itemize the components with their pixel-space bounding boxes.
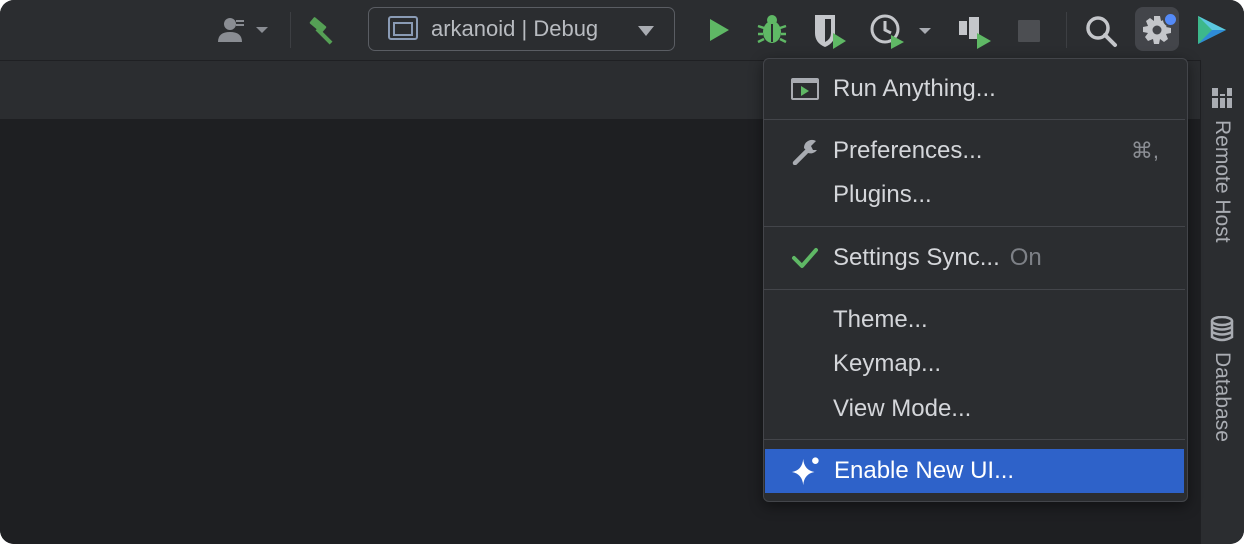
checkmark-icon xyxy=(792,248,818,268)
run-icon xyxy=(710,19,729,41)
enable-new-ui-label: Enable New UI... xyxy=(834,457,1015,484)
run-anything-icon xyxy=(791,78,819,100)
settings-sync-status: On xyxy=(1009,244,1042,271)
coverage-icon xyxy=(815,15,846,49)
preferences-label: Preferences... xyxy=(833,137,983,164)
menu-item-settings-sync[interactable]: Settings Sync... On xyxy=(764,236,1185,280)
main-toolbar: arkanoid | Debug xyxy=(0,0,1244,60)
chevron-down-icon xyxy=(638,26,654,36)
attach-debugger-icon xyxy=(959,17,991,49)
menu-item-run-anything[interactable]: Run Anything... xyxy=(764,67,1185,111)
database-icon xyxy=(1210,316,1234,342)
stop-icon xyxy=(1018,20,1040,42)
settings-sync-label: Settings Sync... xyxy=(833,244,1000,271)
app-logo-icon xyxy=(1198,16,1226,44)
run-anything-label: Run Anything... xyxy=(833,75,996,102)
menu-item-keymap[interactable]: Keymap... xyxy=(764,342,1185,386)
menu-item-preferences[interactable]: Preferences... ⌘, xyxy=(764,129,1185,173)
menu-item-enable-new-ui[interactable]: Enable New UI... xyxy=(765,449,1184,493)
remote-host-icon xyxy=(1212,88,1232,108)
menu-separator xyxy=(764,289,1185,290)
run-button[interactable] xyxy=(700,12,736,48)
wrench-icon xyxy=(792,139,817,165)
remote-host-label: Remote Host xyxy=(1211,120,1234,243)
search-everywhere-button[interactable] xyxy=(1080,10,1122,52)
ide-window: arkanoid | Debug Remote Host Database Ru… xyxy=(0,0,1244,544)
view-mode-label: View Mode... xyxy=(833,395,972,422)
menu-separator xyxy=(764,226,1185,227)
settings-popup-menu: Run Anything... Preferences... ⌘, Plugin… xyxy=(763,58,1188,502)
preferences-shortcut: ⌘, xyxy=(1130,138,1159,163)
menu-separator xyxy=(764,119,1185,120)
toolbar-separator xyxy=(1066,12,1067,48)
tool-window-database[interactable]: Database xyxy=(1200,316,1244,442)
notification-badge xyxy=(1163,12,1178,27)
debug-bug-icon xyxy=(757,15,787,44)
plugins-label: Plugins... xyxy=(833,181,932,208)
run-config-label: arkanoid | Debug xyxy=(431,16,599,41)
app-logo xyxy=(1192,10,1232,50)
user-icon xyxy=(218,18,268,42)
run-with-coverage-button[interactable] xyxy=(808,10,850,52)
sparkle-icon xyxy=(791,457,819,486)
account-dropdown[interactable] xyxy=(213,14,273,46)
debug-button[interactable] xyxy=(752,10,792,50)
profile-icon xyxy=(870,14,931,49)
run-config-window-icon xyxy=(388,16,418,40)
profile-dropdown[interactable] xyxy=(866,10,938,52)
run-configuration-selector[interactable]: arkanoid | Debug xyxy=(368,7,675,51)
build-hammer-icon xyxy=(309,17,333,45)
menu-item-theme[interactable]: Theme... xyxy=(764,298,1185,342)
menu-item-plugins[interactable]: Plugins... xyxy=(764,173,1185,217)
build-button[interactable] xyxy=(305,12,343,48)
tool-window-remote-host[interactable]: Remote Host xyxy=(1200,86,1244,243)
attach-debugger-button[interactable] xyxy=(954,12,994,52)
menu-item-view-mode[interactable]: View Mode... xyxy=(764,387,1185,431)
search-icon xyxy=(1086,16,1117,47)
theme-label: Theme... xyxy=(833,306,928,333)
database-label: Database xyxy=(1211,352,1234,442)
menu-separator xyxy=(764,439,1185,440)
keymap-label: Keymap... xyxy=(833,350,942,377)
stop-button[interactable] xyxy=(1010,12,1048,50)
toolbar-separator xyxy=(290,12,291,48)
